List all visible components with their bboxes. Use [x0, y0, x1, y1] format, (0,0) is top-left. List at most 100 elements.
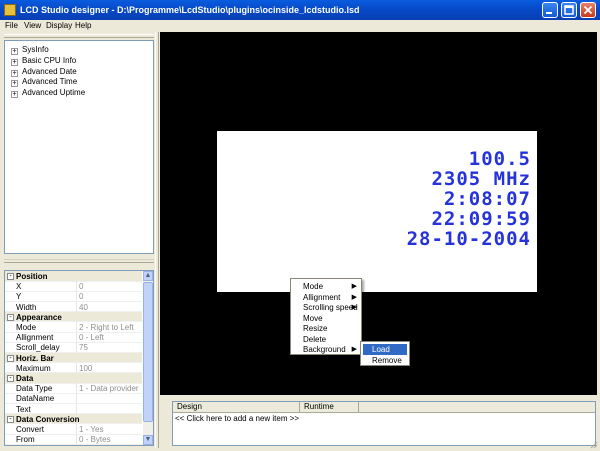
property-name: Allignment [16, 333, 54, 343]
property-row-scroll-delay[interactable]: Scroll_delay 75 [5, 342, 142, 353]
resize-grip-icon[interactable] [590, 441, 598, 449]
context-menu: Mode ▶ Allignment ▶ Scrolling speed ▶ Move … [290, 278, 362, 355]
property-row-maximum[interactable]: Maximum 100 [5, 362, 142, 374]
property-value[interactable]: 40 [79, 303, 88, 312]
lcd-line-1[interactable]: 100.5 [469, 150, 531, 169]
property-value[interactable]: 0 [79, 292, 83, 301]
menu-item-move[interactable]: Move [291, 313, 361, 324]
property-value[interactable]: 0 - Bytes [79, 435, 111, 444]
property-name: From [16, 435, 35, 445]
property-row-width[interactable]: Width 40 [5, 301, 142, 313]
lcd-line-2[interactable]: 2305 MHz [431, 170, 531, 189]
scroll-up-icon[interactable]: ▲ [143, 271, 153, 281]
property-row-y[interactable]: Y0 [5, 291, 142, 302]
property-value[interactable]: 75 [79, 343, 88, 352]
property-name: Mode [16, 323, 37, 332]
property-row-mode[interactable]: Mode 2 - Right to Left [5, 322, 142, 333]
expand-icon[interactable]: + [11, 91, 18, 98]
property-value[interactable]: 1 - Data provider [79, 384, 139, 393]
scroll-down-icon[interactable]: ▼ [143, 435, 153, 445]
data-provider-tree[interactable]: + SysInfo + Basic CPU Info + Advanced Date … [4, 40, 154, 254]
column-header-runtime[interactable]: Runtime [300, 402, 359, 413]
tree-item-advanced-time[interactable]: + Advanced Time [11, 77, 77, 87]
expand-icon[interactable]: + [11, 70, 18, 77]
menu-file[interactable]: File [5, 21, 18, 30]
tree-item-basic-cpu-info[interactable]: + Basic CPU Info [11, 56, 76, 66]
menu-item-scrolling-speed[interactable]: Scrolling speed ▶ [291, 302, 361, 313]
vertical-splitter[interactable] [155, 32, 159, 448]
property-name: Scroll_delay [16, 343, 60, 353]
tree-item-sysinfo[interactable]: + SysInfo [11, 45, 49, 55]
menu-view[interactable]: View [24, 21, 41, 30]
horizontal-splitter[interactable] [4, 259, 154, 263]
property-name: Data Conversion [16, 414, 80, 424]
property-category-horiz-bar[interactable]: - Horiz. Bar [5, 352, 142, 364]
cell-divider [76, 322, 77, 332]
panel-grip[interactable] [4, 34, 154, 38]
menu-item-remove[interactable]: Remove [363, 355, 407, 366]
cell-divider [76, 342, 77, 353]
scroll-thumb[interactable] [143, 282, 153, 422]
expand-icon[interactable]: + [11, 59, 18, 66]
maximize-button[interactable] [561, 2, 577, 18]
cell-divider [76, 403, 77, 414]
property-row-convert[interactable]: Convert 1 - Yes [5, 424, 142, 435]
menu-item-allignment[interactable]: Allignment ▶ [291, 292, 361, 303]
expand-icon[interactable]: + [11, 80, 18, 87]
property-category-position[interactable]: - Position [5, 271, 142, 282]
property-value[interactable]: 0 [79, 282, 83, 291]
menu-item-mode[interactable]: Mode ▶ [291, 281, 361, 292]
tree-item-advanced-date[interactable]: + Advanced Date [11, 67, 77, 77]
property-row-x[interactable]: X0 [5, 281, 142, 292]
collapse-icon[interactable]: - [7, 415, 14, 423]
menu-display[interactable]: Display [46, 21, 72, 30]
property-row-text[interactable]: Text [5, 403, 142, 415]
property-name: Y [16, 292, 22, 302]
collapse-icon[interactable]: - [7, 375, 14, 382]
property-grid[interactable]: - Position X 0 Y 0 Width 40- Appearance Mode 2 - R… [4, 270, 154, 446]
tree-item-label: SysInfo [22, 45, 49, 54]
property-row-allignment[interactable]: Allignment 0 - Left [5, 332, 142, 343]
property-name: Width [16, 302, 37, 312]
expand-icon[interactable]: + [11, 48, 18, 55]
window-title: LCD Studio designer - D:\Programme\LcdSt… [20, 5, 360, 15]
property-name: DataName [16, 394, 55, 404]
menu-item-resize[interactable]: Resize [291, 323, 361, 334]
property-name: X [16, 282, 22, 292]
property-category-data-conversion[interactable]: - Data Conversion [5, 413, 142, 425]
collapse-icon[interactable]: - [7, 354, 14, 362]
lcd-line-3[interactable]: 2:08:07 [444, 190, 531, 209]
title-bar[interactable]: LCD Studio designer - D:\Programme\LcdSt… [0, 0, 600, 20]
property-name: Data [16, 374, 34, 383]
column-header-design[interactable]: Design [173, 402, 300, 413]
lcd-screen[interactable]: 100.5 2305 MHz 2:08:07 22:09:59 28-10-20… [217, 131, 537, 292]
property-row-data-type[interactable]: Data Type 1 - Data provider [5, 383, 142, 394]
property-value[interactable]: 2 - Right to Left [79, 323, 134, 332]
menu-help[interactable]: Help [75, 21, 91, 30]
cell-divider [76, 281, 77, 292]
tree-item-advanced-uptime[interactable]: + Advanced Uptime [11, 88, 85, 98]
property-row-dataname[interactable]: DataName [5, 393, 142, 404]
tree-item-label: Advanced Date [22, 67, 77, 76]
minimize-button[interactable] [542, 2, 558, 18]
lcd-line-5[interactable]: 28-10-2004 [407, 230, 531, 249]
items-grid[interactable]: Design Runtime << Click here to add a ne… [172, 401, 596, 446]
property-name: Position [16, 272, 48, 281]
property-category-appearance[interactable]: - Appearance [5, 311, 142, 323]
property-category-data[interactable]: - Data [5, 373, 142, 384]
collapse-icon[interactable]: - [7, 273, 14, 280]
close-button[interactable] [580, 2, 596, 18]
property-scrollbar[interactable]: ▲ ▼ [143, 271, 153, 445]
property-value[interactable]: 1 - Yes [79, 425, 103, 434]
add-new-item-row[interactable]: << Click here to add a new item >> [175, 414, 299, 423]
lcd-line-4[interactable]: 22:09:59 [431, 210, 531, 229]
property-row-from[interactable]: From 0 - Bytes [5, 434, 142, 445]
property-value[interactable]: 100 [79, 364, 92, 373]
column-header-filler [359, 402, 595, 413]
tree-item-label: Advanced Uptime [22, 88, 86, 97]
menu-item-delete[interactable]: Delete [291, 334, 361, 345]
menu-item-background[interactable]: Background ▶ [291, 344, 361, 355]
collapse-icon[interactable]: - [7, 313, 14, 321]
property-value[interactable]: 0 - Left [79, 333, 104, 342]
menu-item-load[interactable]: Load [363, 344, 407, 355]
